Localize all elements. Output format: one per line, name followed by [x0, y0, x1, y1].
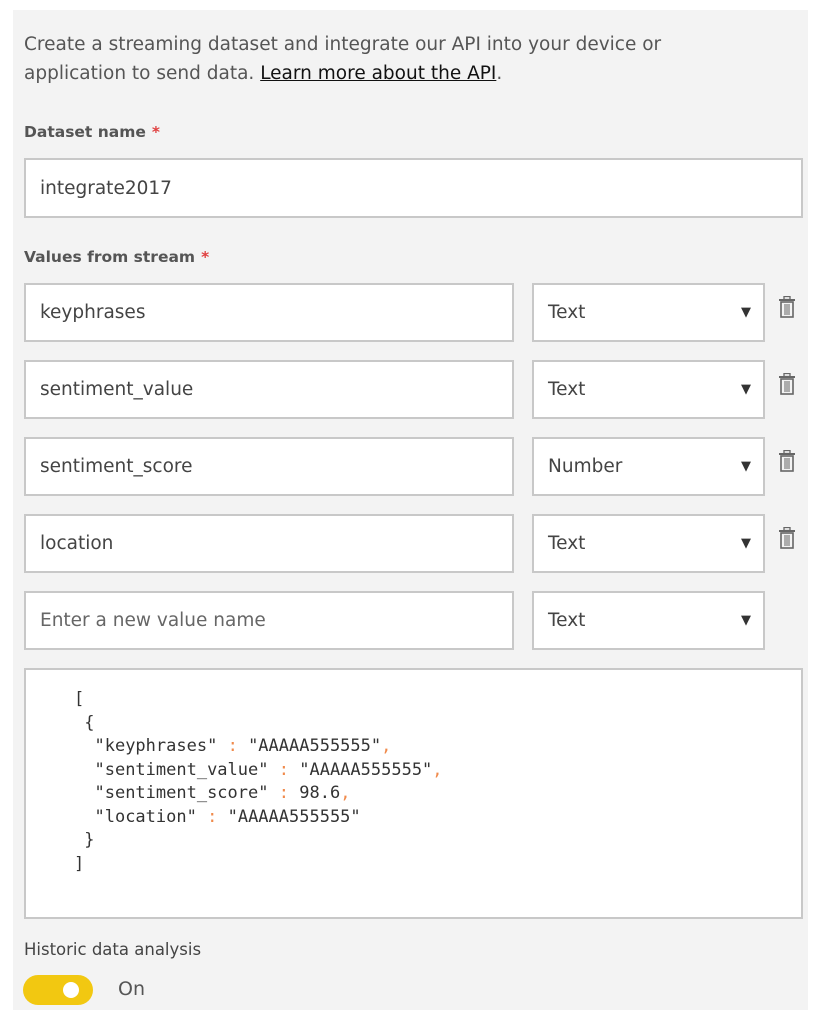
json-line: "keyphrases" : "AAAAA555555", — [94, 736, 392, 756]
value-type-select[interactable]: Text ▼ — [532, 514, 765, 573]
dataset-name-input[interactable]: integrate2017 — [24, 158, 803, 218]
dropdown-arrow-icon: ▼ — [741, 305, 751, 320]
toggle-knob — [63, 982, 79, 998]
delete-value-trash-icon[interactable] — [778, 295, 796, 322]
value-name-input[interactable]: sentiment_value — [24, 360, 514, 419]
value-type-select[interactable]: Text ▼ — [532, 591, 765, 650]
values-from-stream-label: Values from stream * — [24, 248, 210, 266]
value-type-select[interactable]: Text ▼ — [532, 360, 765, 419]
dataset-name-label: Dataset name * — [24, 123, 161, 141]
json-preview[interactable]: [ { "keyphrases" : "AAAAA555555", "senti… — [24, 668, 803, 919]
dropdown-arrow-icon: ▼ — [741, 613, 751, 628]
historic-data-label: Historic data analysis — [24, 940, 202, 959]
json-line: "sentiment_value" : "AAAAA555555", — [94, 759, 443, 780]
toggle-state: On — [118, 978, 145, 1000]
intro-text: Create a streaming dataset and integrate… — [24, 34, 662, 84]
learn-more-api-link[interactable]: Learn more about the API — [260, 63, 496, 84]
json-line: "location" : "AAAAA555555" — [94, 806, 361, 827]
dropdown-arrow-icon: ▼ — [741, 382, 751, 397]
value-type-select[interactable]: Text ▼ — [532, 283, 765, 342]
value-name-input[interactable]: keyphrases — [24, 283, 514, 342]
delete-value-trash-icon[interactable] — [778, 372, 796, 399]
value-type-select[interactable]: Number ▼ — [532, 437, 765, 496]
new-value-name-input[interactable]: Enter a new value name — [24, 591, 514, 650]
value-name-input[interactable]: location — [24, 514, 514, 573]
delete-value-trash-icon[interactable] — [778, 449, 796, 476]
json-line: "sentiment_score" : 98.6, — [94, 783, 351, 803]
delete-value-trash-icon[interactable] — [778, 526, 796, 553]
value-name-input[interactable]: sentiment_score — [24, 437, 514, 496]
dropdown-arrow-icon: ▼ — [741, 536, 751, 551]
historic-data-toggle[interactable] — [23, 975, 93, 1005]
dropdown-arrow-icon: ▼ — [741, 459, 751, 474]
